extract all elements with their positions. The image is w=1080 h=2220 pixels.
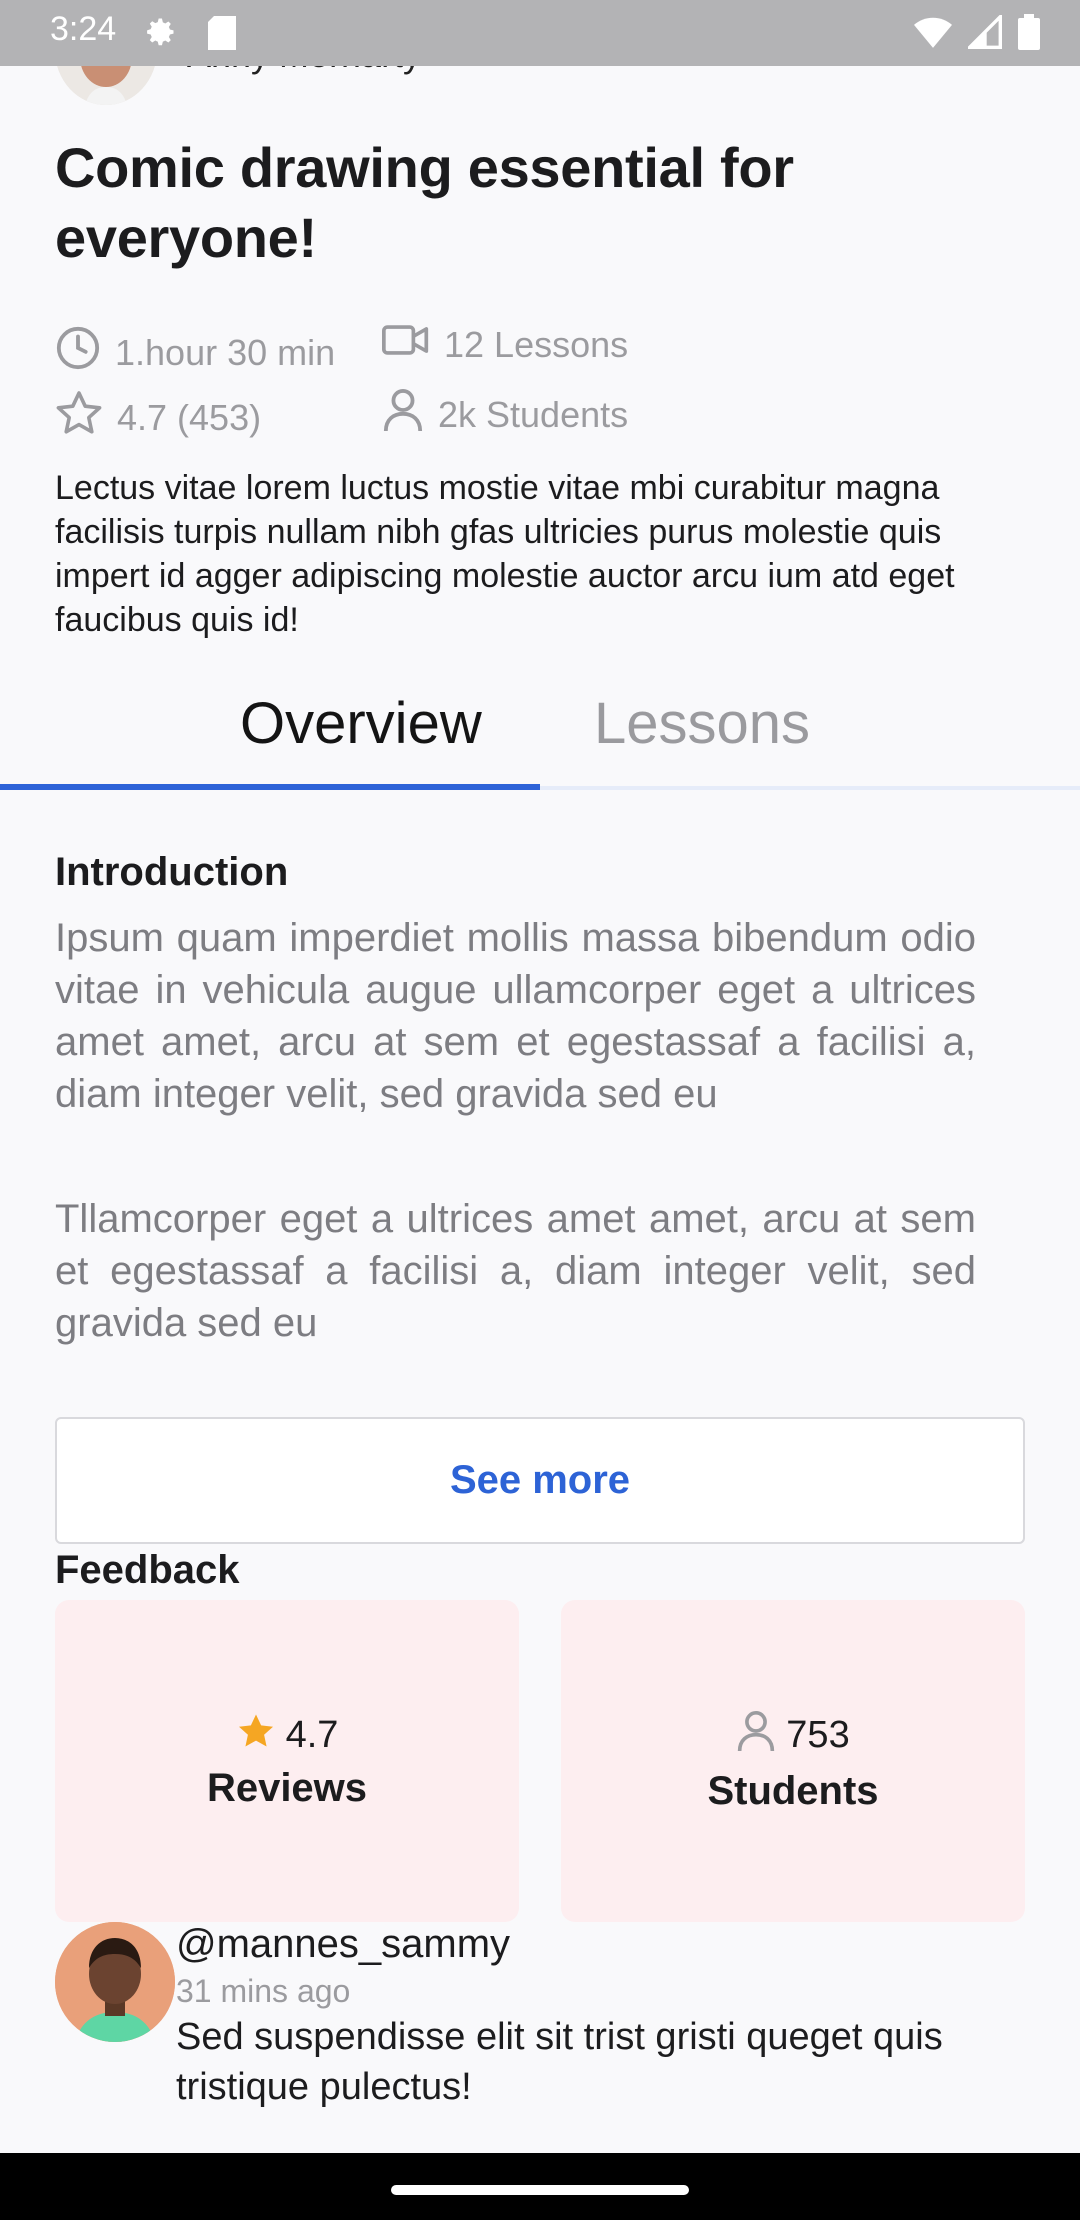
- sd-card-icon: [208, 16, 236, 55]
- status-bar: 3:24: [0, 0, 1080, 66]
- course-lessons: 12 Lessons: [382, 323, 628, 366]
- tab-lessons[interactable]: Lessons: [594, 690, 810, 757]
- comment-username[interactable]: @mannes_sammy: [176, 1922, 510, 1967]
- star-outline-icon: [55, 390, 117, 445]
- star-icon: [236, 1712, 276, 1760]
- status-time: 3:24: [50, 10, 117, 48]
- students-card[interactable]: 753 Students: [561, 1600, 1025, 1922]
- students-label: Students: [707, 1768, 879, 1813]
- course-students-text: 2k Students: [438, 393, 629, 435]
- reviews-value: 4.7: [285, 1714, 339, 1756]
- students-value: 753: [786, 1714, 850, 1756]
- reviews-label: Reviews: [206, 1765, 368, 1810]
- course-title: Comic drawing essential for everyone!: [55, 136, 794, 269]
- course-lessons-text: 12 Lessons: [444, 323, 629, 365]
- wifi-icon: [914, 16, 952, 53]
- reviews-card[interactable]: 4.7 Reviews: [55, 1600, 519, 1922]
- course-rating: 4.7 (453): [55, 390, 261, 445]
- battery-icon: [1018, 14, 1040, 55]
- introduction-paragraph: Ipsum quam imperdiet mollis massa bibend…: [55, 916, 976, 1116]
- tab-overview[interactable]: Overview: [240, 690, 482, 757]
- course-duration: 1.hour 30 min: [55, 325, 335, 380]
- introduction-heading: Introduction: [55, 850, 289, 894]
- settings-gear-icon: [142, 14, 178, 55]
- cellular-signal-icon: [965, 12, 1002, 54]
- home-gesture-handle[interactable]: [391, 2185, 689, 2195]
- course-rating-text: 4.7 (453): [117, 396, 262, 438]
- introduction-paragraph: Tllamcorper eget a ultrices amet amet, a…: [55, 1197, 976, 1345]
- course-students: 2k Students: [382, 387, 628, 442]
- feedback-heading: Feedback: [55, 1548, 240, 1592]
- system-navigation-bar: [0, 2153, 1080, 2220]
- course-duration-text: 1.hour 30 min: [115, 331, 336, 373]
- person-icon: [736, 1709, 776, 1763]
- course-description: Lectus vitae lorem luctus mostie vitae m…: [55, 469, 955, 639]
- see-more-button[interactable]: See more: [55, 1417, 1025, 1544]
- video-camera-icon: [382, 323, 444, 366]
- person-icon: [382, 387, 438, 442]
- comment-text: Sed suspendisse elit sit trist gristi qu…: [176, 2016, 943, 2108]
- tab-active-indicator: [0, 784, 540, 790]
- comment-timestamp: 31 mins ago: [176, 1973, 351, 2009]
- status-icons: [914, 12, 1040, 55]
- clock-icon: [55, 325, 115, 380]
- commenter-avatar[interactable]: [55, 1922, 175, 2042]
